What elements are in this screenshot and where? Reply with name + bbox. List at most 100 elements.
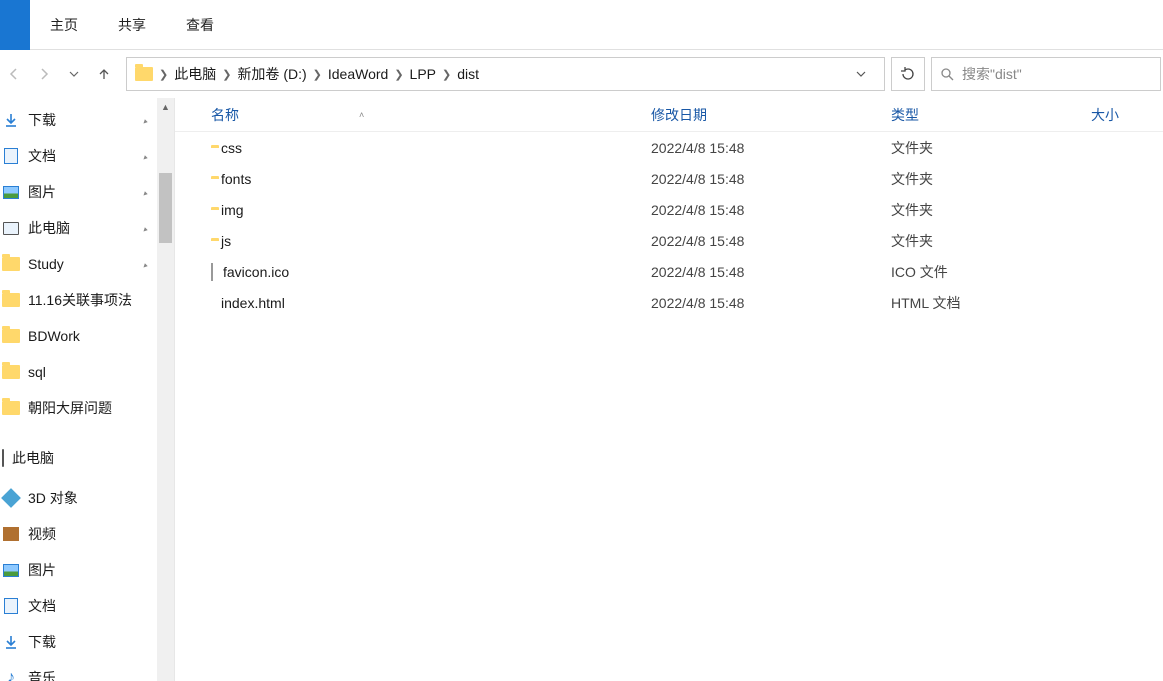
sidebar-item[interactable]: 下载 [0, 102, 174, 138]
column-size[interactable]: 大小 [1091, 105, 1163, 125]
3d-objects-icon [2, 491, 20, 505]
sidebar-thispc-label: 此电脑 [12, 448, 54, 468]
picture-icon [2, 564, 20, 577]
chevron-right-icon: ❯ [222, 68, 231, 81]
sort-indicator-icon: ˄ [359, 110, 364, 120]
sidebar-item[interactable]: 下载 [0, 624, 174, 660]
file-date: 2022/4/8 15:48 [651, 233, 891, 249]
file-name: fonts [221, 171, 251, 187]
breadcrumb-item[interactable]: dist [453, 64, 483, 84]
chevron-right-icon: ❯ [442, 68, 451, 81]
column-name[interactable]: 名称 ˄ [211, 105, 651, 125]
download-icon [2, 634, 20, 650]
search-input[interactable]: 搜索"dist" [931, 57, 1161, 91]
sidebar-item[interactable]: 此电脑 [0, 210, 174, 246]
tab-home[interactable]: 主页 [30, 0, 98, 50]
column-type[interactable]: 类型 [891, 105, 1091, 125]
file-type: ICO 文件 [891, 262, 1091, 282]
file-row[interactable]: css2022/4/8 15:48文件夹 [175, 132, 1163, 163]
file-icon [211, 264, 213, 280]
nav-recent-dropdown[interactable] [62, 62, 86, 86]
sidebar-item[interactable]: 11.16关联事项法 [0, 282, 174, 318]
file-date: 2022/4/8 15:48 [651, 264, 891, 280]
sidebar-item-label: 文档 [28, 146, 56, 166]
scroll-up-icon[interactable]: ▲ [157, 98, 174, 115]
nav-row: ❯ 此电脑 ❯ 新加卷 (D:) ❯ IdeaWord ❯ LPP ❯ dist… [0, 50, 1163, 98]
file-name: js [221, 233, 231, 249]
nav-back-button[interactable] [2, 62, 26, 86]
sidebar-item[interactable]: 图片 [0, 552, 174, 588]
folder-icon [2, 329, 20, 343]
sidebar-item[interactable]: 朝阳大屏问题 [0, 390, 174, 426]
sidebar-item[interactable]: 3D 对象 [0, 480, 174, 516]
folder-icon [2, 293, 20, 307]
tab-share[interactable]: 共享 [98, 0, 166, 50]
sidebar-item[interactable]: BDWork [0, 318, 174, 354]
file-type: 文件夹 [891, 231, 1091, 251]
search-icon [940, 67, 954, 81]
sidebar-item[interactable]: Study [0, 246, 174, 282]
sidebar-thispc-header[interactable]: 此电脑 [0, 440, 174, 476]
column-headers: 名称 ˄ 修改日期 类型 大小 [175, 98, 1163, 132]
sidebar-item-label: 图片 [28, 182, 56, 202]
sidebar-item[interactable]: 视频 [0, 516, 174, 552]
breadcrumb-item[interactable]: 此电脑 [170, 62, 220, 86]
sidebar-item[interactable]: 文档 [0, 138, 174, 174]
file-row[interactable]: img 2022/4/8 15:48文件夹 [175, 194, 1163, 225]
file-type: 文件夹 [891, 138, 1091, 158]
sidebar-item[interactable]: 文档 [0, 588, 174, 624]
address-bar[interactable]: ❯ 此电脑 ❯ 新加卷 (D:) ❯ IdeaWord ❯ LPP ❯ dist [126, 57, 885, 91]
file-date: 2022/4/8 15:48 [651, 202, 891, 218]
sidebar-item-label: BDWork [28, 328, 80, 344]
file-date: 2022/4/8 15:48 [651, 171, 891, 187]
refresh-button[interactable] [891, 57, 925, 91]
document-icon [2, 148, 20, 164]
file-type: HTML 文档 [891, 293, 1091, 313]
sidebar-item-label: 朝阳大屏问题 [28, 398, 112, 418]
address-root-icon [131, 65, 157, 83]
pin-icon [140, 185, 154, 199]
file-row[interactable]: index.html 2022/4/8 15:48HTML 文档 [175, 287, 1163, 318]
pin-icon [140, 149, 154, 163]
file-date: 2022/4/8 15:48 [651, 295, 891, 311]
nav-up-button[interactable] [92, 62, 116, 86]
breadcrumb-item[interactable]: 新加卷 (D:) [233, 62, 310, 86]
pin-icon [140, 113, 154, 127]
scroll-thumb[interactable] [159, 173, 172, 243]
breadcrumb-item[interactable]: LPP [406, 64, 440, 84]
nav-forward-button[interactable] [32, 62, 56, 86]
folder-icon [2, 365, 20, 379]
sidebar-item-label: 此电脑 [28, 218, 70, 238]
sidebar: 下载文档图片此电脑Study11.16关联事项法BDWorksql朝阳大屏问题 … [0, 98, 175, 681]
chevron-right-icon: ❯ [394, 68, 403, 81]
file-type: 文件夹 [891, 200, 1091, 220]
file-type: 文件夹 [891, 169, 1091, 189]
file-pane: 名称 ˄ 修改日期 类型 大小 css2022/4/8 15:48文件夹font… [175, 98, 1163, 681]
file-date: 2022/4/8 15:48 [651, 140, 891, 156]
file-row[interactable]: js 2022/4/8 15:48文件夹 [175, 225, 1163, 256]
sidebar-item-label: 11.16关联事项法 [28, 290, 132, 310]
file-row[interactable]: favicon.ico2022/4/8 15:48ICO 文件 [175, 256, 1163, 287]
sidebar-item[interactable]: ♪音乐 [0, 660, 174, 681]
address-dropdown-icon[interactable] [856, 69, 880, 79]
sidebar-item[interactable]: sql [0, 354, 174, 390]
search-placeholder: 搜索"dist" [962, 64, 1022, 84]
sidebar-item-label: 下载 [28, 632, 56, 652]
column-date[interactable]: 修改日期 [651, 105, 891, 125]
file-row[interactable]: fonts 2022/4/8 15:48文件夹 [175, 163, 1163, 194]
sidebar-item-label: 文档 [28, 596, 56, 616]
file-name: img [221, 202, 244, 218]
breadcrumb-item[interactable]: IdeaWord [324, 64, 392, 84]
sidebar-scrollbar[interactable]: ▲ [157, 98, 174, 681]
sidebar-item[interactable]: 图片 [0, 174, 174, 210]
video-icon [2, 527, 20, 541]
tab-view[interactable]: 查看 [166, 0, 234, 50]
music-icon: ♪ [2, 669, 20, 681]
chevron-right-icon: ❯ [159, 68, 168, 81]
file-name: index.html [221, 295, 285, 311]
sidebar-item-label: 视频 [28, 524, 56, 544]
picture-icon [2, 186, 20, 199]
file-tab[interactable] [0, 0, 30, 50]
sidebar-item-label: 3D 对象 [28, 488, 78, 508]
download-icon [2, 112, 20, 128]
